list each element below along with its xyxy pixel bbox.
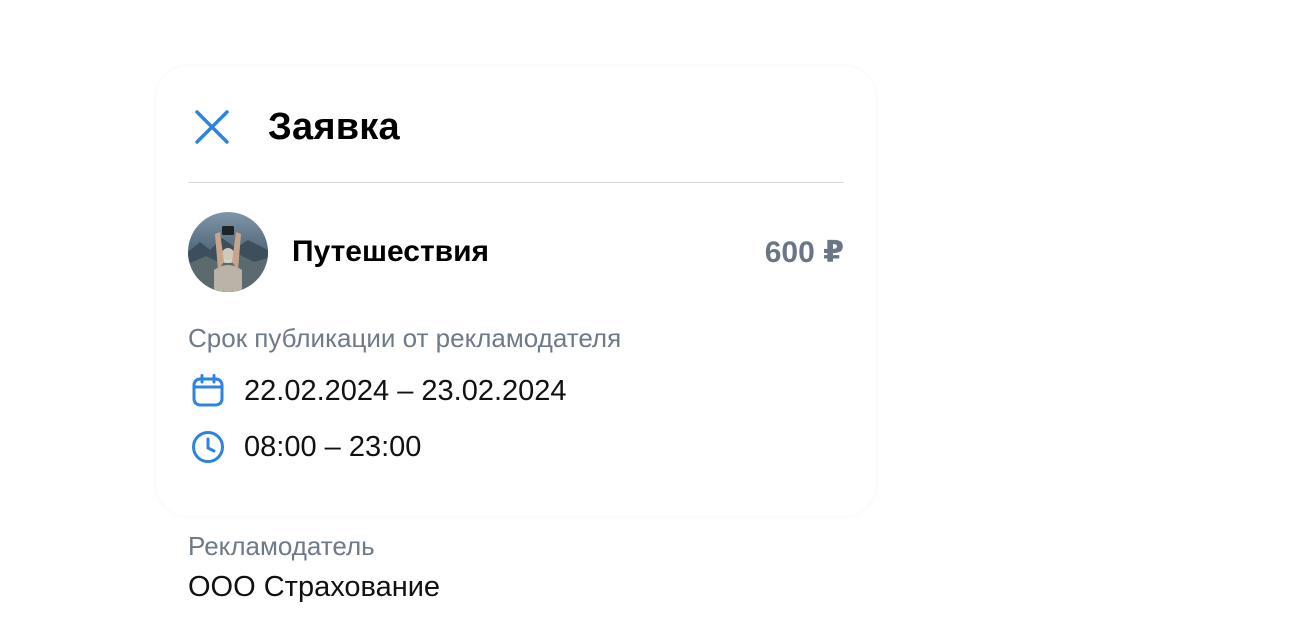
channel-avatar	[188, 212, 268, 292]
channel-row[interactable]: Путешествия 600 ₽	[188, 212, 844, 292]
publication-dates-row: 22.02.2024 – 23.02.2024	[188, 371, 567, 411]
clock-icon	[188, 427, 228, 467]
channel-price: 600 ₽	[764, 235, 844, 269]
publication-time-row: 08:00 – 23:00	[188, 427, 421, 467]
publication-dates: 22.02.2024 – 23.02.2024	[244, 374, 567, 407]
publication-label: Срок публикации от рекламодателя	[188, 323, 622, 353]
header-divider	[188, 182, 844, 183]
publication-time: 08:00 – 23:00	[244, 430, 422, 463]
traveler-photo	[188, 212, 268, 292]
modal-title: Заявка	[268, 105, 400, 148]
advertiser-name: ООО Страхование	[188, 571, 441, 603]
advertiser-label: Рекламодатель	[188, 531, 375, 561]
modal-header: Заявка	[188, 92, 844, 162]
stage: Заявка Путешествия 600 ₽ Срок публикации…	[0, 0, 1296, 642]
channel-name: Путешествия	[292, 235, 490, 268]
close-button[interactable]	[188, 103, 236, 151]
close-icon	[195, 110, 229, 144]
calendar-icon	[188, 371, 228, 411]
